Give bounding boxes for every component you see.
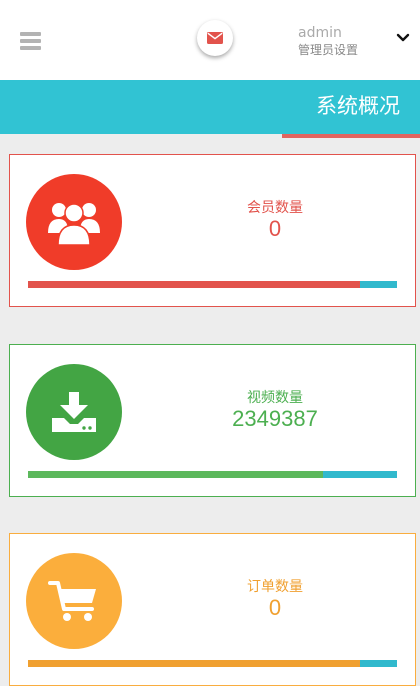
members-icon-circle bbox=[26, 174, 122, 270]
progress-bar bbox=[28, 471, 397, 478]
title-underline bbox=[282, 134, 420, 138]
chevron-down-icon[interactable] bbox=[396, 32, 410, 44]
download-icon bbox=[52, 392, 96, 432]
stat-card-videos[interactable]: 视频数量 2349387 bbox=[9, 344, 416, 497]
envelope-icon bbox=[207, 32, 223, 44]
progress-bar bbox=[28, 660, 397, 667]
stat-card-orders[interactable]: 订单数量 0 bbox=[9, 533, 416, 686]
stat-value: 0 bbox=[268, 595, 282, 620]
orders-icon-circle bbox=[26, 553, 122, 649]
stat-value: 0 bbox=[268, 216, 282, 241]
mail-button[interactable] bbox=[197, 20, 233, 56]
hamburger-icon[interactable] bbox=[20, 32, 41, 50]
user-settings-label: 管理员设置 bbox=[298, 43, 359, 57]
stat-card-members[interactable]: 会员数量 0 bbox=[9, 154, 416, 307]
user-menu[interactable]: admin 管理员设置 bbox=[298, 25, 378, 59]
progress-fill bbox=[28, 660, 361, 667]
videos-icon-circle bbox=[26, 364, 122, 460]
shopping-cart-icon bbox=[48, 581, 96, 621]
page-header-band: 系统概况 bbox=[0, 80, 420, 134]
progress-fill bbox=[28, 471, 324, 478]
stat-value: 2349387 bbox=[232, 406, 318, 431]
progress-bar bbox=[28, 281, 397, 288]
top-navbar: admin 管理员设置 bbox=[0, 0, 420, 80]
page-title: 系统概况 bbox=[316, 94, 400, 118]
user-name: admin bbox=[298, 25, 342, 41]
progress-fill bbox=[28, 281, 361, 288]
users-icon bbox=[48, 203, 100, 246]
